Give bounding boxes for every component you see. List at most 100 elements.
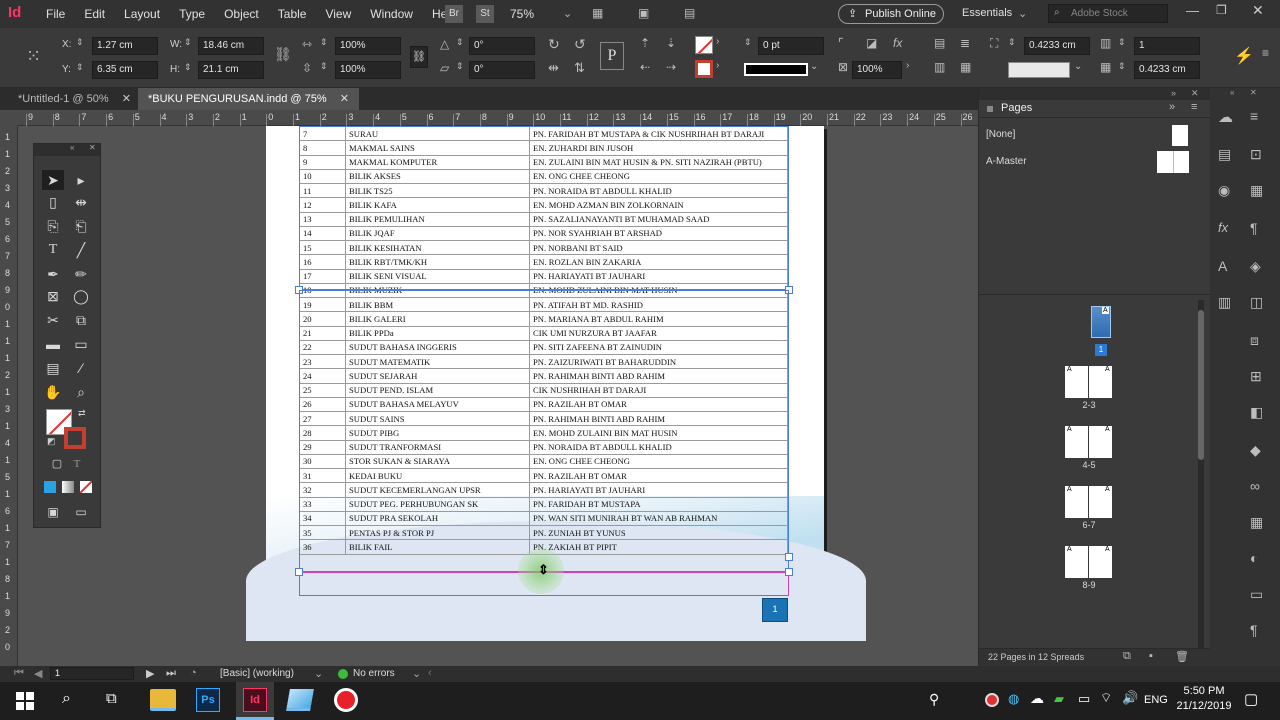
table-text-frame-top[interactable] [299,126,789,290]
select-previous-icon[interactable]: ⇠ [640,60,650,74]
collapse-icon[interactable]: « [1230,88,1234,97]
stroke-weight-field[interactable]: 0 pt [758,37,824,55]
gradient-icon[interactable]: ◐ [1250,550,1258,566]
frame-handle[interactable] [785,568,793,576]
battery-icon[interactable]: ▰ [1054,691,1064,707]
chevron-left-icon[interactable]: ‹ [428,667,432,679]
minimize-button[interactable]: — [1186,3,1199,18]
eyedropper-tool-icon[interactable]: ⁄ [70,358,92,378]
indesign-taskbar-active[interactable]: Id [236,682,274,720]
formatting-text-icon[interactable]: T [66,454,88,474]
stepper-icon[interactable]: ⇕ [76,62,84,73]
record-tray-icon[interactable] [985,693,999,707]
corner-options-icon[interactable]: ⌜ [838,36,844,50]
content-placer-icon[interactable]: ⎗ [70,216,92,236]
text-wrap-icon[interactable]: ▤ [934,36,945,50]
notifications-icon[interactable]: ▢ [1244,690,1258,708]
apply-none-icon[interactable] [80,481,92,493]
pasteboard[interactable]: 7 SURAU PN. FARIDAH BT MUSTAPA & CIK NUSHR… [19,126,978,666]
pencil-tool-icon[interactable]: ✏ [70,264,92,284]
chevron-down-icon[interactable]: ⌄ [810,61,818,72]
formatting-container-icon[interactable]: ▢ [46,454,68,474]
chevron-down-icon[interactable]: ⌄ [1018,7,1027,20]
next-page-icon[interactable]: ▶ [146,667,154,680]
scale-y-field[interactable]: 100% [335,61,401,79]
scale-x-field[interactable]: 100% [335,37,401,55]
layers-icon[interactable]: ▤ [1218,146,1231,163]
quick-apply-icon[interactable]: ⚡ [1234,46,1254,66]
pages-scrollbar[interactable] [1198,300,1204,650]
close-icon[interactable]: ✕ [89,143,96,152]
panel-menu-icon[interactable]: ≡ [1262,46,1269,60]
close-icon[interactable]: ✕ [1191,88,1199,99]
notes-app-icon[interactable] [286,689,314,711]
frame-handle[interactable] [785,553,793,561]
chevron-down-icon[interactable]: ⌄ [314,667,323,680]
note-tool-icon[interactable]: ▤ [42,358,64,378]
fitting-offset-field[interactable]: 0.4233 cm [1024,37,1090,55]
master-none-thumb[interactable] [1172,125,1188,146]
stepper-icon[interactable]: ⇕ [456,61,464,72]
tools-panel-header[interactable]: « ✕ [34,143,100,156]
fill-none-swatch[interactable] [695,36,713,54]
first-page-icon[interactable]: ⏮ [14,667,24,680]
swatches-icon[interactable]: ▦ [1250,182,1263,199]
last-page-icon[interactable]: ⏭ [166,667,176,680]
stepper-icon[interactable]: ⇕ [1118,61,1126,72]
spread-thumb[interactable]: A A 4-5 [1065,426,1113,472]
cc-libraries-icon[interactable]: ☁ [1218,108,1233,126]
windows-start-icon[interactable] [16,692,34,710]
stepper-icon[interactable]: ⇕ [320,37,328,48]
table-text-frame[interactable] [299,290,789,572]
drop-shadow-icon[interactable]: ◪ [866,36,877,50]
document-page[interactable]: 7 SURAU PN. FARIDAH BT MUSTAPA & CIK NUSHR… [246,126,866,641]
page-size-icon[interactable]: ⧉ [1123,650,1131,663]
character-styles-icon[interactable]: A [1218,258,1227,274]
rectangle-frame-tool-icon[interactable]: ⊠ [42,286,64,306]
photoshop-icon[interactable]: Ps [196,688,220,712]
a-master-thumb-right[interactable] [1173,151,1189,173]
chevron-right-icon[interactable]: › [716,36,719,47]
delete-page-icon[interactable]: 🗑 [1175,650,1189,663]
tab-untitled-1[interactable]: *Untitled-1 @ 50% ✕ [8,88,141,110]
menu-view[interactable]: View [325,7,351,21]
normal-view-icon[interactable]: ▣ [42,502,64,522]
stroke-type-selector[interactable] [744,63,808,76]
cell-styles-icon[interactable]: ◫ [1250,294,1263,311]
close-icon[interactable]: ✕ [122,93,131,105]
effects-fx-icon[interactable]: fx [893,36,902,50]
gap-tool-icon[interactable]: ⇹ [70,192,92,212]
tab-buku-pengurusan[interactable]: *BUKU PENGURUSAN.indd @ 75% ✕ [138,88,359,110]
stepper-icon[interactable]: ⇕ [744,37,752,48]
master-none[interactable]: [None] [986,129,1015,140]
stepper-icon[interactable]: ⇕ [456,37,464,48]
table-icon[interactable]: ▦ [1250,514,1263,531]
chevron-down-icon[interactable]: ⌄ [1074,61,1082,72]
menu-layout[interactable]: Layout [124,7,160,21]
chevron-right-icon[interactable]: › [906,60,909,71]
stepper-icon[interactable]: ⇕ [76,37,84,48]
apply-gradient-icon[interactable] [62,481,74,493]
auto-fit-icon[interactable]: ⛶ [990,36,998,51]
x-field[interactable]: 1.27 cm [92,37,158,55]
object-styles-icon[interactable]: ◈ [1250,258,1261,275]
close-icon[interactable]: ✕ [340,93,349,105]
constrain-proportions-icon[interactable]: ⛓ [274,46,292,63]
spread-thumb[interactable]: A A 2-3 [1065,366,1113,412]
gutter-field[interactable]: 0.4233 cm [1134,61,1200,79]
frame-fitting-preview[interactable] [1008,62,1070,78]
onedrive-icon[interactable]: ☁ [1030,690,1044,707]
wifi-icon[interactable]: ⌔ [1100,690,1112,706]
properties-icon[interactable]: ≡ [1250,108,1258,124]
type-tool-icon[interactable]: T [42,240,64,260]
zoom-tool-icon[interactable]: ⌕ [70,382,92,402]
paragraph-icon[interactable]: ¶ [1250,622,1258,638]
menu-object[interactable]: Object [224,7,259,21]
stroke-icon[interactable]: ◉ [1218,182,1230,199]
flip-horizontal-icon[interactable]: ⇹ [548,60,559,76]
effects-icon[interactable]: fx [1218,220,1228,235]
swap-fill-stroke-icon[interactable]: ⇄ [78,408,86,419]
chevron-down-icon[interactable]: ⌄ [563,7,572,20]
align-left-icon[interactable]: ≣ [960,36,970,50]
shear-field[interactable]: 0° [469,61,535,79]
